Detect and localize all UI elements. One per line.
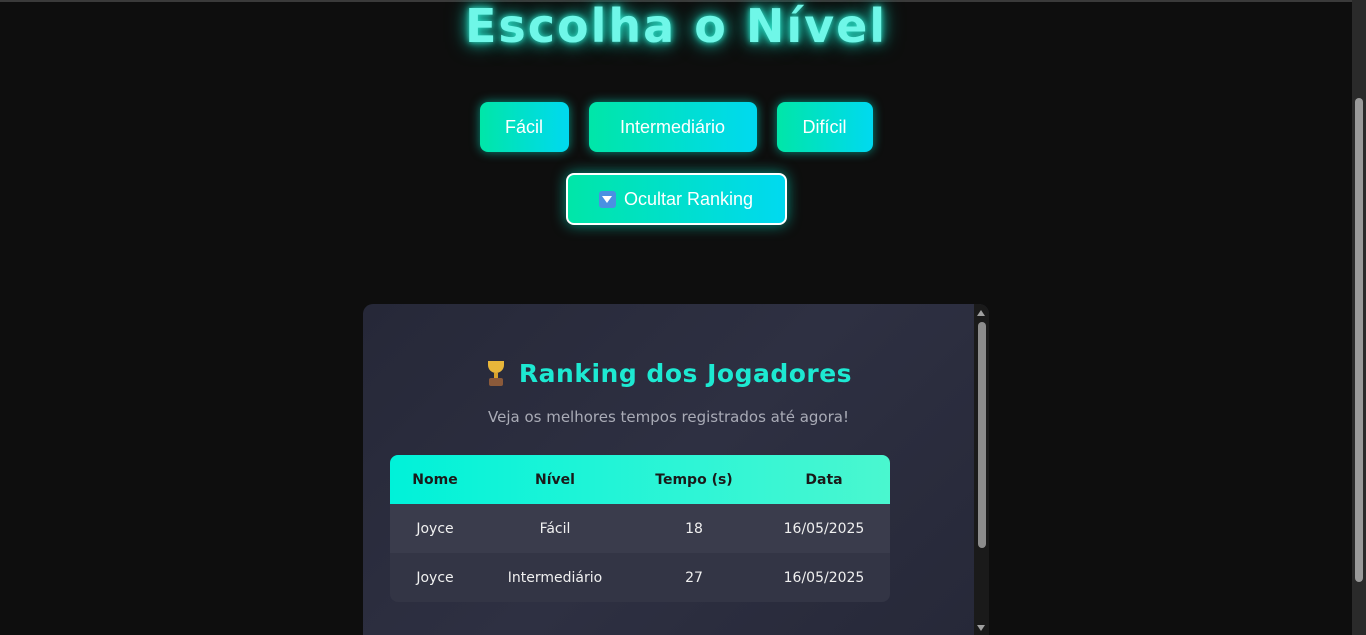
column-header-tempo: Tempo (s) — [655, 471, 733, 488]
scroll-down-icon[interactable] — [977, 625, 985, 631]
toggle-ranking-button[interactable]: Ocultar Ranking — [565, 173, 787, 225]
down-arrow-button-icon — [598, 190, 616, 208]
toggle-ranking-label: Ocultar Ranking — [623, 188, 754, 209]
toggle-ranking-wrap: Ocultar Ranking — [0, 173, 1352, 225]
trophy-icon — [485, 360, 507, 387]
cell-tempo: 18 — [685, 520, 703, 537]
cell-nivel: Intermediário — [507, 569, 603, 586]
cell-data: 16/05/2025 — [783, 520, 865, 537]
ranking-panel: Ranking dos Jogadores Veja os melhores t… — [363, 304, 989, 635]
level-intermediate-button[interactable]: Intermediário — [588, 102, 757, 152]
cell-nivel: Fácil — [539, 520, 571, 537]
ranking-heading: Ranking dos Jogadores — [363, 359, 974, 388]
ranking-subtitle: Veja os melhores tempos registrados até … — [488, 408, 849, 426]
page-title: Escolha o Nível — [464, 0, 888, 53]
column-header-nome: Nome — [412, 471, 458, 488]
column-header-nivel: Nível — [535, 471, 575, 488]
window-scrollbar[interactable] — [1352, 0, 1366, 635]
ranking-table: Nome Nível Tempo (s) Data Joyce Fácil 18… — [390, 455, 890, 602]
column-header-data: Data — [805, 471, 843, 488]
ranking-title: Ranking dos Jogadores — [518, 359, 853, 388]
table-row: Joyce Intermediário 27 16/05/2025 — [390, 553, 890, 602]
scroll-up-icon[interactable] — [977, 310, 985, 316]
cell-nome: Joyce — [416, 569, 454, 586]
level-hard-button[interactable]: Difícil — [776, 102, 873, 152]
table-header-row: Nome Nível Tempo (s) Data — [390, 455, 890, 504]
ranking-scroll-thumb[interactable] — [978, 322, 986, 548]
cell-data: 16/05/2025 — [783, 569, 865, 586]
level-easy-button[interactable]: Fácil — [479, 102, 569, 152]
level-button-row: Fácil Intermediário Difícil — [0, 102, 1352, 152]
ranking-scrollbar[interactable] — [974, 304, 989, 635]
cell-tempo: 27 — [685, 569, 703, 586]
window-scroll-thumb[interactable] — [1355, 98, 1363, 582]
table-row: Joyce Fácil 18 16/05/2025 — [390, 504, 890, 553]
page: Escolha o Nível Fácil Intermediário Difí… — [0, 0, 1352, 635]
cell-nome: Joyce — [416, 520, 454, 537]
